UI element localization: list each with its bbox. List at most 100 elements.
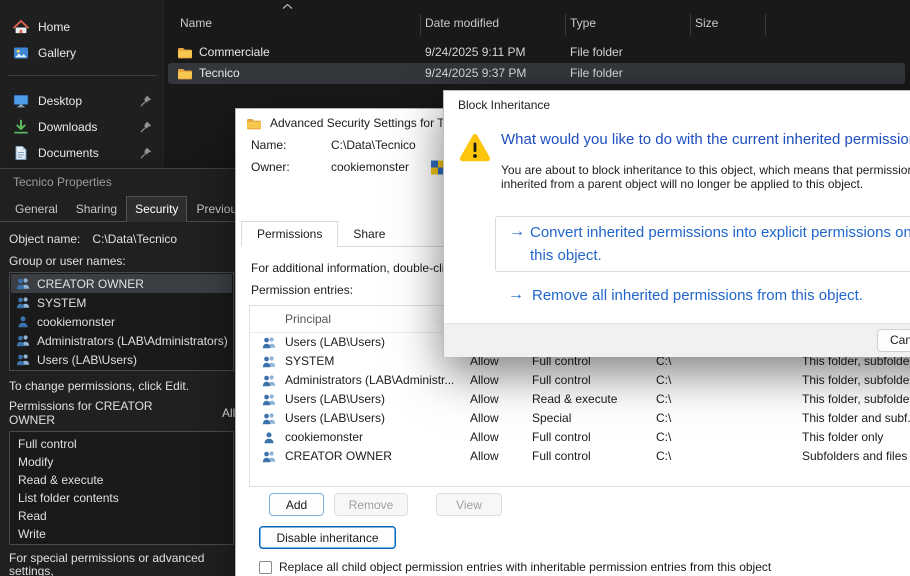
user-icon	[262, 431, 276, 444]
owner-label: Owner:	[251, 160, 331, 174]
tab-sharing[interactable]: Sharing	[67, 196, 126, 221]
sort-ascending-icon	[282, 3, 293, 10]
arrow-icon: →	[508, 286, 524, 304]
sidebar-item-label: Gallery	[38, 46, 76, 60]
object-name-label: Object name:	[9, 232, 80, 246]
group-icon	[262, 393, 276, 406]
replace-permissions-checkbox[interactable]	[259, 561, 272, 574]
home-icon	[13, 19, 29, 35]
entry-inherited-from: C:\	[656, 371, 671, 390]
tab-share[interactable]: Share	[338, 222, 400, 246]
block-inheritance-dialog: Block Inheritance What would you like to…	[443, 90, 910, 357]
sidebar-item-label: Downloads	[38, 120, 97, 134]
dialog-text-line: You are about to block inheritance to th…	[501, 163, 910, 177]
dialog-body: What would you like to do with the curre…	[444, 119, 910, 323]
column-separator[interactable]	[420, 14, 421, 36]
option-text: Remove all inherited permissions from th…	[532, 287, 863, 304]
convert-permissions-option[interactable]: → Convert inherited permissions into exp…	[495, 216, 910, 272]
view-button: View	[436, 493, 502, 516]
sidebar-item-home[interactable]: Home	[5, 14, 160, 39]
disable-inheritance-button[interactable]: Disable inheritance	[259, 526, 396, 549]
group-icon	[16, 353, 30, 366]
file-row-tecnico[interactable]: Tecnico 9/24/2025 9:37 PM File folder	[168, 63, 905, 84]
entry-principal: CREATOR OWNER	[285, 447, 392, 466]
group-user-names-label: Group or user names:	[9, 254, 234, 268]
permissions-for-label: Permissions for CREATOR OWNER Allow	[9, 399, 234, 427]
column-header-date-modified[interactable]: Date modified	[425, 16, 499, 30]
entry-inherited-from: C:\	[656, 390, 671, 409]
file-type: File folder	[570, 63, 623, 84]
file-row-commerciale[interactable]: Commerciale 9/24/2025 9:11 PM File folde…	[168, 42, 905, 63]
sidebar-item-desktop[interactable]: Desktop	[5, 88, 160, 113]
owner-value: cookiemonster	[331, 160, 409, 174]
principal-name: CREATOR OWNER	[37, 277, 144, 291]
file-date-modified: 9/24/2025 9:37 PM	[425, 63, 526, 84]
principal-name: cookiemonster	[37, 315, 115, 329]
file-date-modified: 9/24/2025 9:11 PM	[425, 42, 526, 63]
replace-permissions-label: Replace all child object permission entr…	[279, 560, 771, 574]
column-header-type[interactable]: Type	[570, 16, 596, 30]
group-icon	[16, 296, 30, 309]
permission-item[interactable]: Write	[10, 525, 233, 543]
text-line: Permissions for CREATOR	[9, 399, 234, 413]
cancel-button[interactable]: Cancel	[877, 329, 910, 352]
entry-type: Allow	[470, 447, 499, 466]
properties-tabs: General Sharing Security Previous Versio…	[0, 195, 243, 222]
entry-inherited-from: C:\	[656, 409, 671, 428]
text-line: OWNER	[9, 413, 234, 427]
option-text: Convert inherited permissions into expli…	[530, 224, 910, 241]
group-icon	[262, 412, 276, 425]
column-header-size[interactable]: Size	[695, 16, 718, 30]
column-header-principal[interactable]: Principal	[285, 312, 331, 326]
column-header-name[interactable]: Name	[180, 16, 212, 30]
dialog-title: Block Inheritance	[444, 91, 910, 119]
sidebar-item-downloads[interactable]: Downloads	[5, 114, 160, 139]
permission-item[interactable]: Read	[10, 507, 233, 525]
permission-entry-row[interactable]: Administrators (LAB\Administr... Allow F…	[250, 371, 910, 390]
entry-applies-to: This folder, subfolde...	[802, 371, 910, 390]
principal-item[interactable]: SYSTEM	[11, 293, 232, 312]
sidebar-item-documents[interactable]: Documents	[5, 140, 160, 165]
principal-item[interactable]: Users (LAB\Users)	[11, 350, 232, 369]
permissions-list: Full control Modify Read & execute List …	[9, 431, 234, 545]
permission-entry-row[interactable]: Users (LAB\Users) Allow Read & execute C…	[250, 390, 910, 409]
entry-access: Full control	[532, 447, 591, 466]
column-separator[interactable]	[565, 14, 566, 36]
file-type: File folder	[570, 42, 623, 63]
column-separator[interactable]	[690, 14, 691, 36]
principal-item[interactable]: Administrators (LAB\Administrators)	[11, 331, 232, 350]
permission-item[interactable]: Full control	[10, 435, 233, 453]
pin-icon	[140, 121, 152, 133]
remove-permissions-option[interactable]: → Remove all inherited permissions from …	[508, 286, 863, 304]
column-separator[interactable]	[765, 14, 766, 36]
pin-icon	[140, 147, 152, 159]
security-tab-content: Object name: C:\Data\Tecnico Group or us…	[0, 222, 243, 576]
tab-general[interactable]: General	[6, 196, 67, 221]
permission-item[interactable]: Read & execute	[10, 471, 233, 489]
dialog-heading: What would you like to do with the curre…	[501, 131, 910, 148]
add-button[interactable]: Add	[269, 493, 324, 516]
permission-entry-row[interactable]: CREATOR OWNER Allow Full control C:\ Sub…	[250, 447, 910, 466]
permission-entry-row[interactable]: cookiemonster Allow Full control C:\ Thi…	[250, 428, 910, 447]
permission-item[interactable]: List folder contents	[10, 489, 233, 507]
desktop-icon	[13, 93, 29, 109]
permission-entry-row[interactable]: Users (LAB\Users) Allow Special C:\ This…	[250, 409, 910, 428]
sidebar-item-gallery[interactable]: Gallery	[5, 40, 160, 65]
permission-entries-label: Permission entries:	[251, 283, 353, 297]
pin-icon	[140, 95, 152, 107]
group-icon	[262, 450, 276, 463]
entry-principal: Administrators (LAB\Administr...	[285, 371, 454, 390]
remove-button: Remove	[334, 493, 408, 516]
principal-item[interactable]: CREATOR OWNER	[11, 274, 232, 293]
permission-item[interactable]: Modify	[10, 453, 233, 471]
sidebar-item-label: Documents	[38, 146, 99, 160]
file-name: Commerciale	[199, 42, 270, 63]
tab-security[interactable]: Security	[126, 196, 187, 222]
tab-permissions[interactable]: Permissions	[241, 221, 338, 247]
entry-principal: Users (LAB\Users)	[285, 390, 385, 409]
entry-type: Allow	[470, 390, 499, 409]
folder-icon	[246, 117, 262, 130]
folder-icon	[177, 46, 193, 59]
principal-item[interactable]: cookiemonster	[11, 312, 232, 331]
user-icon	[16, 315, 30, 328]
